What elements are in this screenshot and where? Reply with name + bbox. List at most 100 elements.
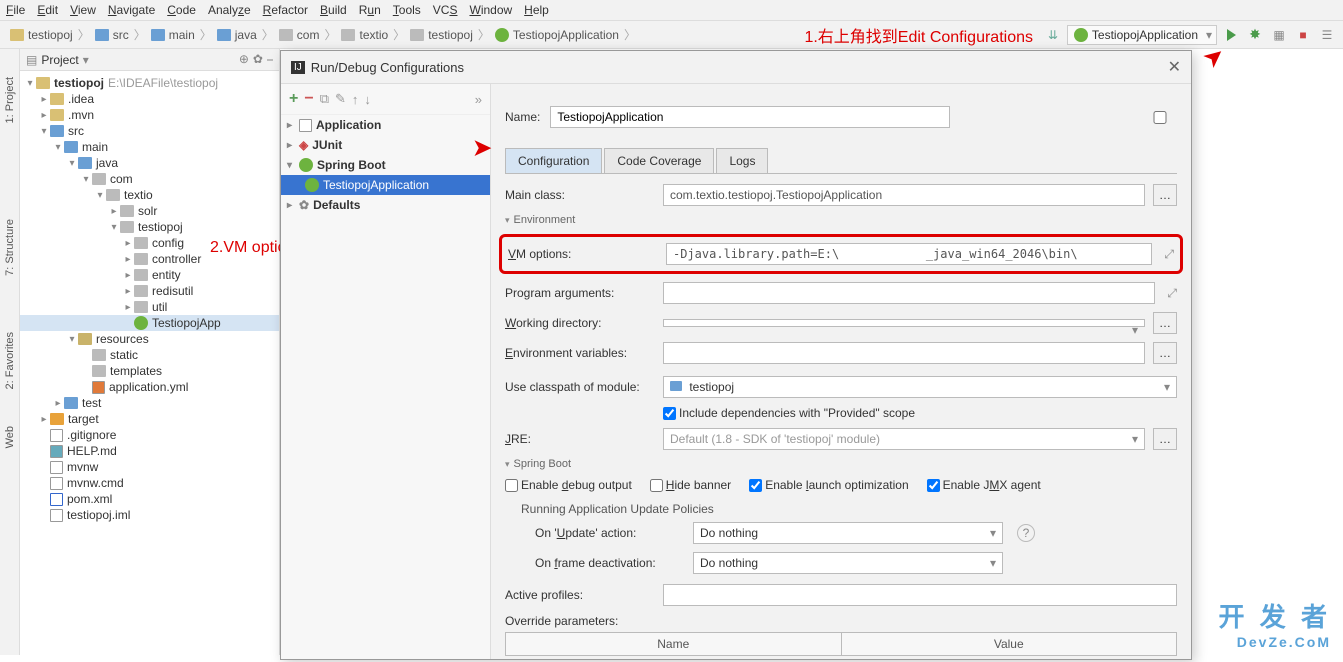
tree-textio[interactable]: ▾textio [20, 187, 279, 203]
menu-tools[interactable]: Tools [393, 3, 421, 17]
active-profiles-input[interactable] [663, 584, 1177, 606]
on-frame-select[interactable]: Do nothing [693, 552, 1003, 574]
menu-analyze[interactable]: Analyze [208, 3, 251, 17]
tree-main[interactable]: ▾main [20, 139, 279, 155]
tree-com[interactable]: ▾com [20, 171, 279, 187]
help-icon[interactable]: ? [1017, 524, 1035, 542]
hide-banner-checkbox[interactable]: Hide banner [650, 478, 731, 492]
tree-mvnw[interactable]: mvnw [20, 459, 279, 475]
main-class-input[interactable] [663, 184, 1145, 206]
tree-mvn[interactable]: ▸.mvn [20, 107, 279, 123]
up-button[interactable]: ↑ [352, 92, 359, 107]
tab-configuration[interactable]: Configuration [505, 148, 602, 173]
menu-window[interactable]: Window [469, 3, 512, 17]
enable-jmx-checkbox[interactable]: Enable JMX agent [927, 478, 1041, 492]
bc-java[interactable]: java [213, 26, 261, 44]
classpath-select[interactable]: testiopoj [663, 376, 1177, 398]
config-application[interactable]: ▸Application [281, 115, 490, 135]
run-button[interactable] [1221, 25, 1241, 45]
tree-root[interactable]: ▾testiopojE:\IDEAFile\testiopoj [20, 75, 279, 91]
menu-navigate[interactable]: Navigate [108, 3, 155, 17]
spring-boot-section[interactable]: Spring Boot [505, 458, 1177, 470]
program-args-input[interactable] [663, 282, 1155, 304]
menu-file[interactable]: File [6, 3, 25, 17]
menu-vcs[interactable]: VCS [433, 3, 458, 17]
down-button[interactable]: ↓ [364, 92, 371, 107]
tree-java[interactable]: ▾java [20, 155, 279, 171]
include-provided-checkbox[interactable]: Include dependencies with "Provided" sco… [663, 406, 915, 420]
tree-gitignore[interactable]: .gitignore [20, 427, 279, 443]
tree-util[interactable]: ▸util [20, 299, 279, 315]
bc-com[interactable]: com [275, 26, 324, 44]
main-class-browse[interactable]: … [1153, 184, 1177, 206]
vm-options-input[interactable] [666, 243, 1152, 265]
tab-project[interactable]: 1: Project [2, 69, 18, 131]
working-dir-input[interactable] [663, 319, 1145, 327]
tab-logs[interactable]: Logs [716, 148, 768, 173]
config-springboot[interactable]: ▾Spring Boot [281, 155, 490, 175]
bc-root[interactable]: testiopoj [6, 26, 77, 44]
name-input[interactable] [550, 106, 950, 128]
config-defaults[interactable]: ▸✿Defaults [281, 195, 490, 215]
bc-textio[interactable]: textio [337, 26, 392, 44]
structure-button[interactable]: ☰ [1317, 25, 1337, 45]
on-update-select[interactable]: Do nothing [693, 522, 1003, 544]
tree-pom[interactable]: pom.xml [20, 491, 279, 507]
tree-idea[interactable]: ▸.idea [20, 91, 279, 107]
config-selected[interactable]: TestiopojApplication [281, 175, 490, 195]
settings-icon[interactable]: ✿ [253, 52, 263, 67]
tree-templates[interactable]: templates [20, 363, 279, 379]
menu-refactor[interactable]: Refactor [263, 3, 308, 17]
tab-code-coverage[interactable]: Code Coverage [604, 148, 714, 173]
expand-vm-icon[interactable]: ⤢ [1164, 247, 1174, 262]
tree-app-file[interactable]: TestiopojApp [20, 315, 279, 331]
env-vars-browse[interactable]: … [1153, 342, 1177, 364]
bc-app[interactable]: TestiopojApplication [491, 26, 623, 44]
enable-debug-checkbox[interactable]: Enable debug output [505, 478, 632, 492]
tree-solr[interactable]: ▸solr [20, 203, 279, 219]
coverage-button[interactable]: ▦ [1269, 25, 1289, 45]
bc-main[interactable]: main [147, 26, 199, 44]
tree-resources[interactable]: ▾resources [20, 331, 279, 347]
project-tree[interactable]: ▾testiopojE:\IDEAFile\testiopoj ▸.idea ▸… [20, 71, 279, 655]
menu-edit[interactable]: Edit [37, 3, 58, 17]
expand-button[interactable]: » [475, 92, 482, 107]
run-config-dropdown[interactable]: TestiopojApplication [1067, 25, 1217, 45]
jre-select[interactable]: Default (1.8 - SDK of 'testiopoj' module… [663, 428, 1145, 450]
tree-help[interactable]: HELP.md [20, 443, 279, 459]
bc-src[interactable]: src [91, 26, 133, 44]
enable-launch-checkbox[interactable]: Enable launch optimization [749, 478, 908, 492]
environment-section[interactable]: Environment [505, 214, 1177, 226]
tree-test[interactable]: ▸test [20, 395, 279, 411]
env-vars-input[interactable] [663, 342, 1145, 364]
menu-code[interactable]: Code [167, 3, 196, 17]
tab-structure[interactable]: 7: Structure [2, 211, 18, 284]
build-icon[interactable]: ⇊ [1043, 25, 1063, 45]
tree-target[interactable]: ▸target [20, 411, 279, 427]
edit-config-button[interactable]: ✎ [335, 91, 346, 107]
share-checkbox[interactable]: Share [960, 110, 1191, 124]
dialog-close-button[interactable]: ✕ [1168, 57, 1181, 77]
tab-favorites[interactable]: 2: Favorites [2, 324, 18, 397]
working-dir-browse[interactable]: … [1153, 312, 1177, 334]
remove-config-button[interactable]: − [304, 90, 313, 108]
expand-args-icon[interactable]: ⤢ [1167, 286, 1177, 301]
debug-button[interactable]: ✸ [1245, 25, 1265, 45]
tree-iml[interactable]: testiopoj.iml [20, 507, 279, 523]
tree-appyml[interactable]: application.yml [20, 379, 279, 395]
hide-icon[interactable]: ⎯ [267, 52, 273, 67]
config-junit[interactable]: ▸◈JUnit [281, 135, 490, 155]
add-config-button[interactable]: + [289, 90, 298, 108]
menu-help[interactable]: Help [524, 3, 549, 17]
tree-redisutil[interactable]: ▸redisutil [20, 283, 279, 299]
tree-entity[interactable]: ▸entity [20, 267, 279, 283]
config-tree[interactable]: ▸Application ▸◈JUnit ▾Spring Boot Testio… [281, 115, 490, 659]
jre-browse[interactable]: … [1153, 428, 1177, 450]
tree-mvnwcmd[interactable]: mvnw.cmd [20, 475, 279, 491]
menu-build[interactable]: Build [320, 3, 347, 17]
bc-testiopoj[interactable]: testiopoj [406, 26, 477, 44]
menu-view[interactable]: View [70, 3, 96, 17]
tree-src[interactable]: ▾src [20, 123, 279, 139]
stop-button[interactable]: ■ [1293, 25, 1313, 45]
tree-static[interactable]: static [20, 347, 279, 363]
